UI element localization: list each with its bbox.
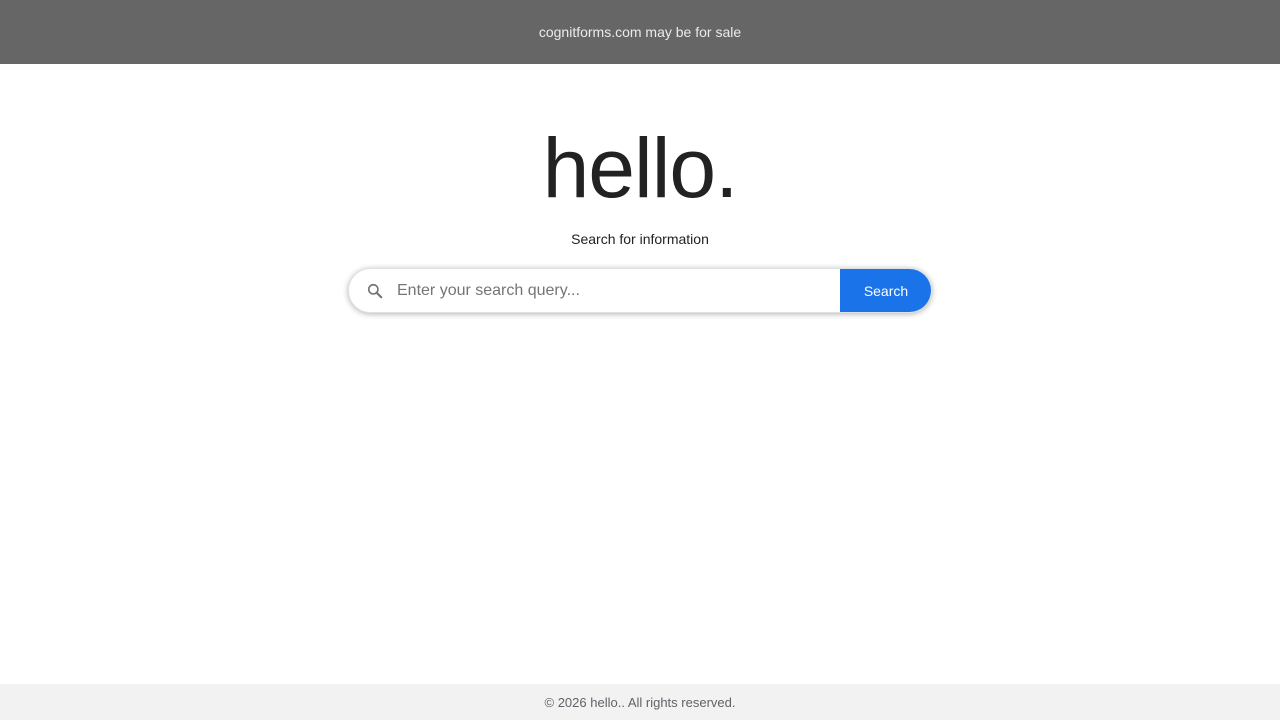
page-title: hello.	[542, 121, 739, 215]
search-form: Search	[348, 268, 932, 313]
footer: © 2026 hello.. All rights reserved.	[0, 684, 1280, 720]
for-sale-banner: cognitforms.com may be for sale	[0, 0, 1280, 64]
search-button[interactable]: Search	[840, 269, 931, 312]
search-icon	[349, 269, 395, 312]
copyright-text: © 2026 hello.. All rights reserved.	[544, 694, 736, 710]
page-subtitle: Search for information	[571, 231, 709, 247]
page: cognitforms.com may be for sale hello. S…	[0, 0, 1280, 720]
search-input[interactable]	[395, 269, 840, 312]
for-sale-link[interactable]: cognitforms.com may be for sale	[539, 24, 741, 40]
